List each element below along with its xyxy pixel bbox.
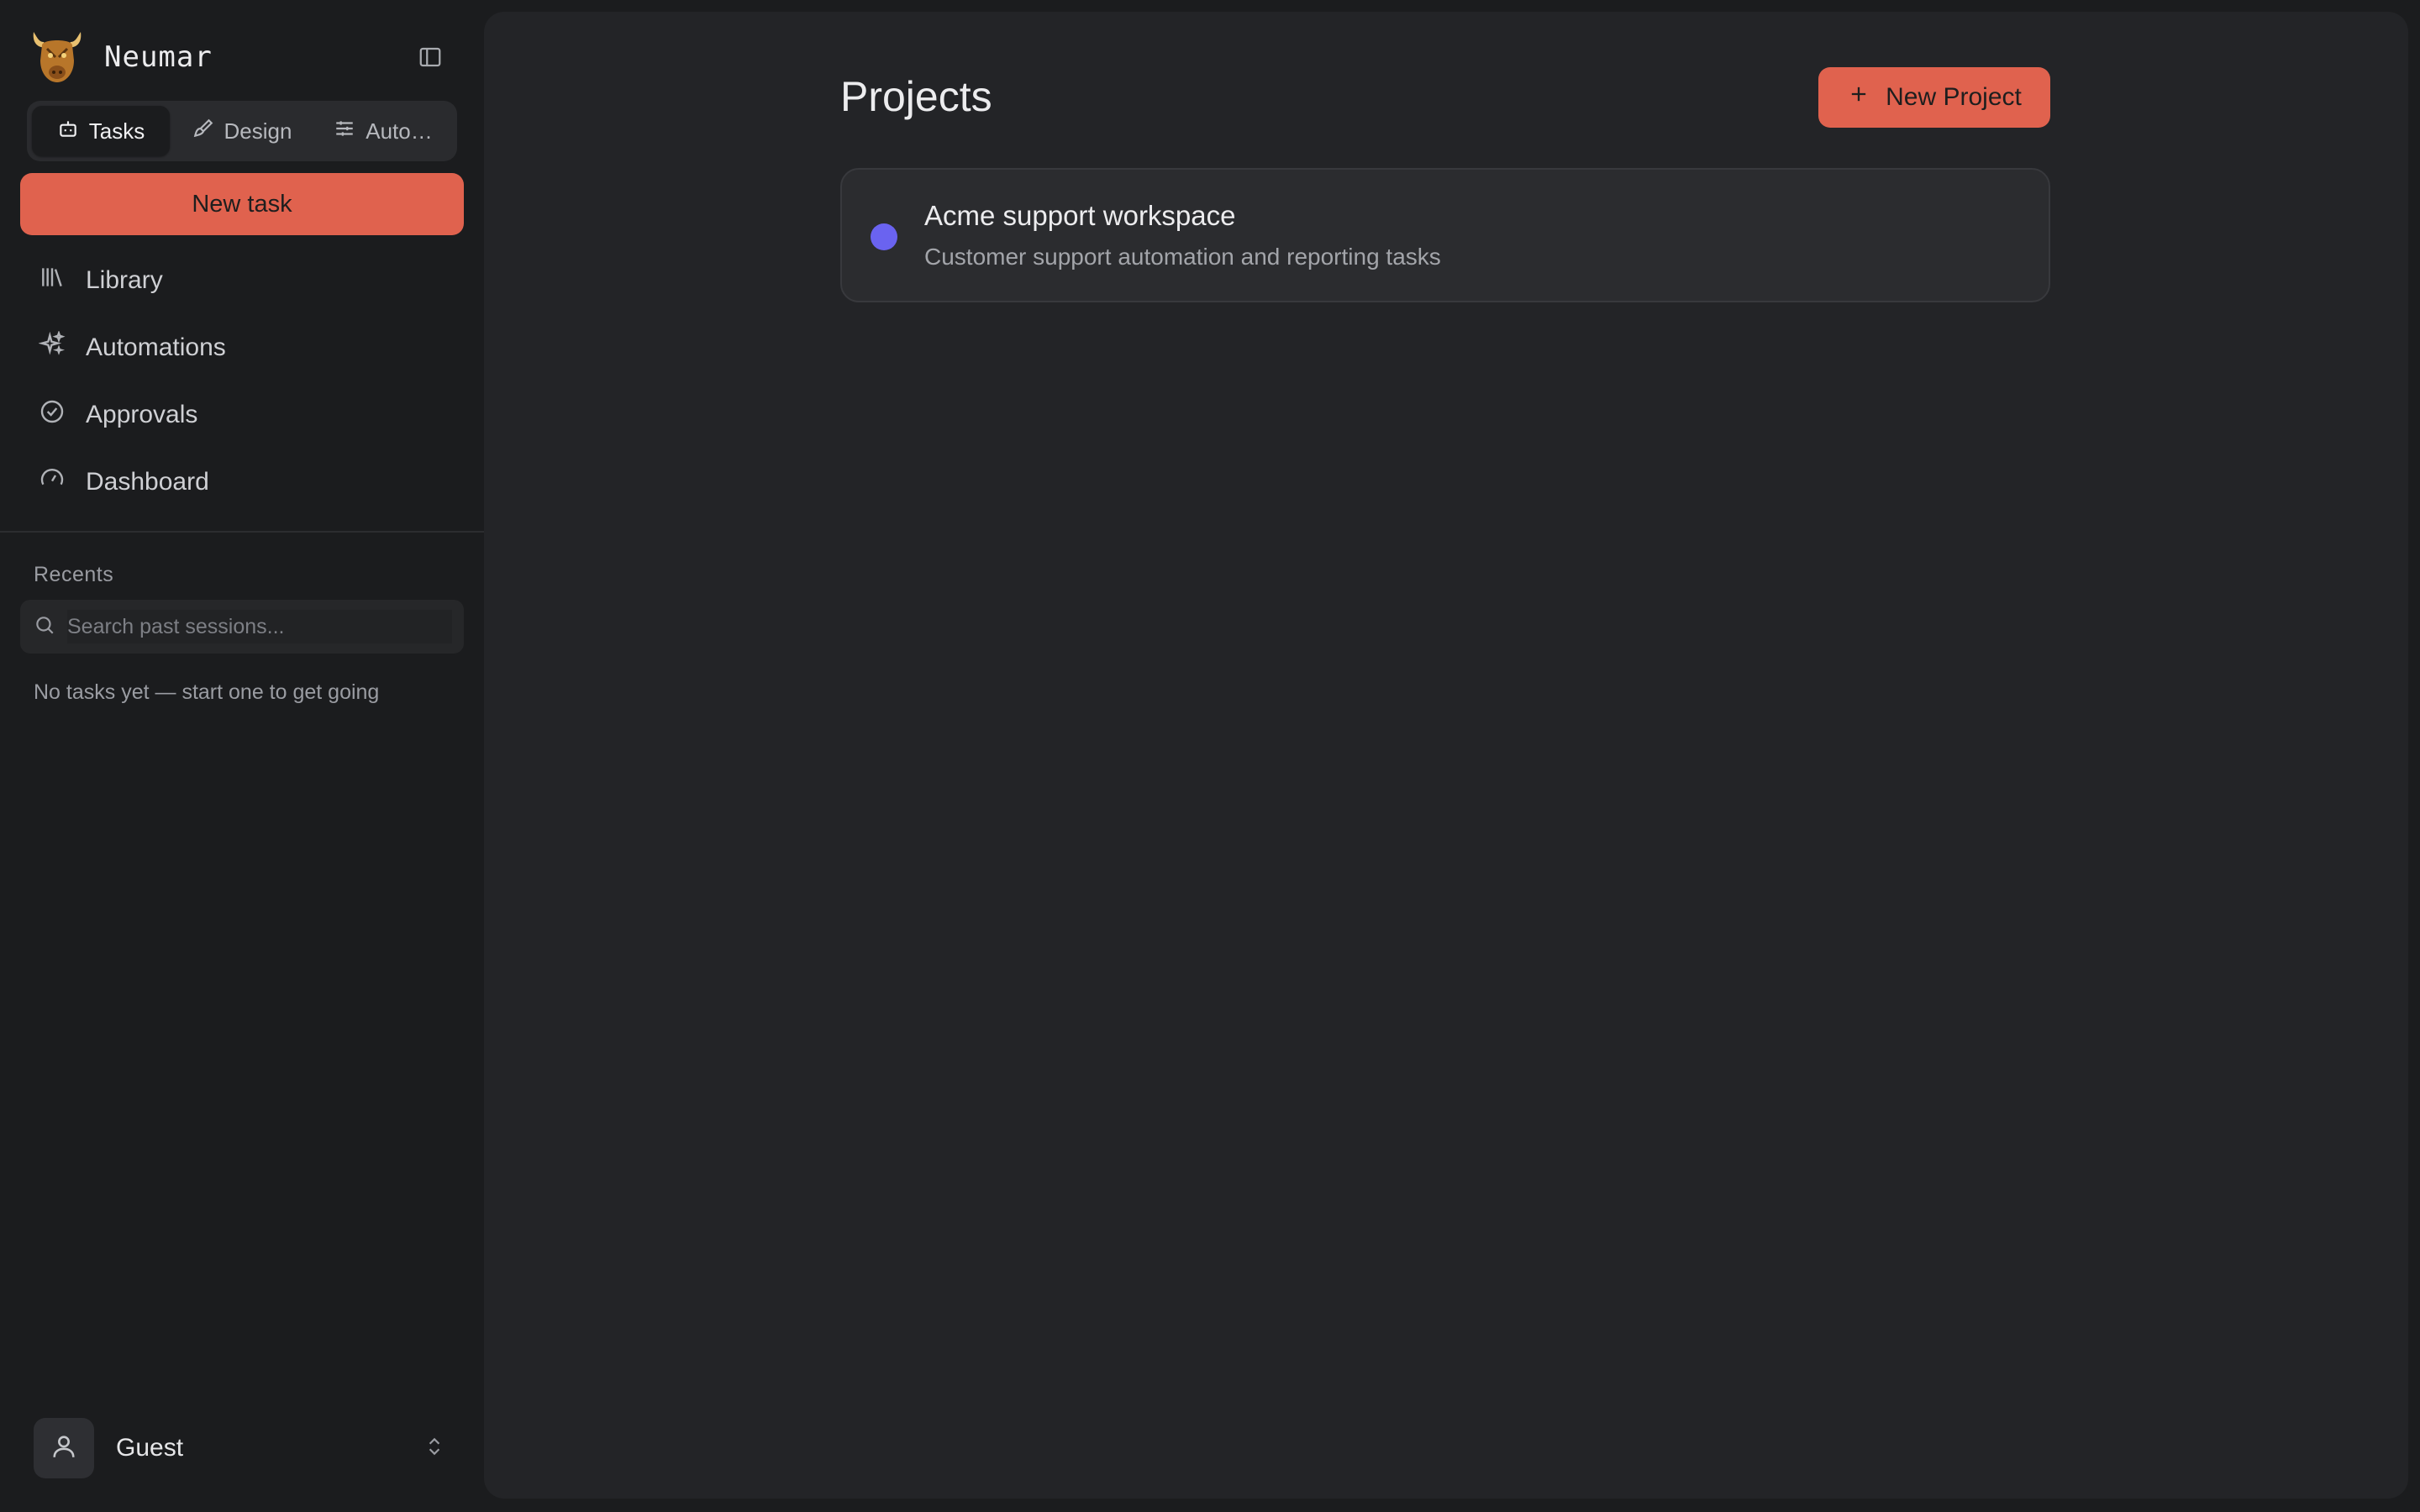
- empty-recents-text: No tasks yet — start one to get going: [34, 680, 380, 704]
- sidebar-item-label: Approvals: [86, 401, 198, 428]
- new-task-button[interactable]: New task: [20, 173, 464, 235]
- new-project-button[interactable]: New Project: [1818, 67, 2050, 128]
- sidebar-item-label: Automations: [86, 333, 226, 361]
- bot-icon: [57, 118, 79, 145]
- sliders-icon: [334, 118, 355, 145]
- sidebar-item-label: Library: [86, 266, 163, 294]
- app-name: Neumar: [104, 40, 213, 74]
- tab-tasks[interactable]: Tasks: [32, 106, 170, 156]
- sidebar-item-automations[interactable]: Automations: [20, 314, 464, 381]
- gauge-icon: [39, 465, 66, 499]
- tab-design[interactable]: Design: [173, 106, 311, 156]
- bull-logo-icon: [30, 27, 84, 86]
- sidebar-toggle-icon[interactable]: [412, 39, 449, 76]
- sparkles-icon: [38, 330, 66, 365]
- sidebar-item-dashboard[interactable]: Dashboard: [20, 449, 464, 516]
- new-project-label: New Project: [1886, 83, 2022, 111]
- sidebar-item-library[interactable]: Library: [20, 247, 464, 314]
- tab-label: Design: [224, 118, 292, 144]
- chevrons-up-down-icon: [424, 1436, 445, 1462]
- recents-title: Recents: [34, 563, 114, 586]
- page-title: Projects: [840, 73, 992, 120]
- tab-label: Auto…: [366, 118, 433, 144]
- user-name: Guest: [116, 1434, 184, 1462]
- sidebar-nav: Library Automations Approvals Dashboard: [20, 247, 464, 516]
- project-card[interactable]: Acme support workspace Customer support …: [840, 168, 2050, 302]
- check-circle-icon: [39, 398, 66, 432]
- mode-tabs: Tasks Design Auto…: [27, 101, 457, 161]
- project-description: Customer support automation and reportin…: [924, 244, 1441, 270]
- app-root: Neumar Tasks Design Auto… New task Libra…: [0, 0, 2420, 1512]
- brush-icon: [192, 118, 214, 145]
- sidebar-item-approvals[interactable]: Approvals: [20, 381, 464, 449]
- user-icon: [50, 1432, 78, 1465]
- sidebar-divider: [0, 531, 484, 533]
- recents-search: [20, 600, 464, 654]
- search-input[interactable]: [67, 610, 452, 643]
- project-color-dot: [871, 223, 897, 250]
- sidebar-item-label: Dashboard: [86, 468, 209, 496]
- user-menu[interactable]: Guest: [34, 1418, 454, 1478]
- brand: Neumar: [30, 27, 450, 89]
- plus-icon: [1847, 82, 1870, 113]
- tab-automations[interactable]: Auto…: [314, 106, 452, 156]
- main-panel: Projects New Project Acme support worksp…: [484, 12, 2408, 1499]
- sidebar: Neumar Tasks Design Auto… New task Libra…: [0, 0, 484, 1512]
- project-name: Acme support workspace: [924, 200, 1236, 231]
- library-icon: [39, 264, 66, 297]
- tab-label: Tasks: [88, 118, 145, 144]
- search-icon: [34, 614, 55, 640]
- avatar: [34, 1418, 94, 1478]
